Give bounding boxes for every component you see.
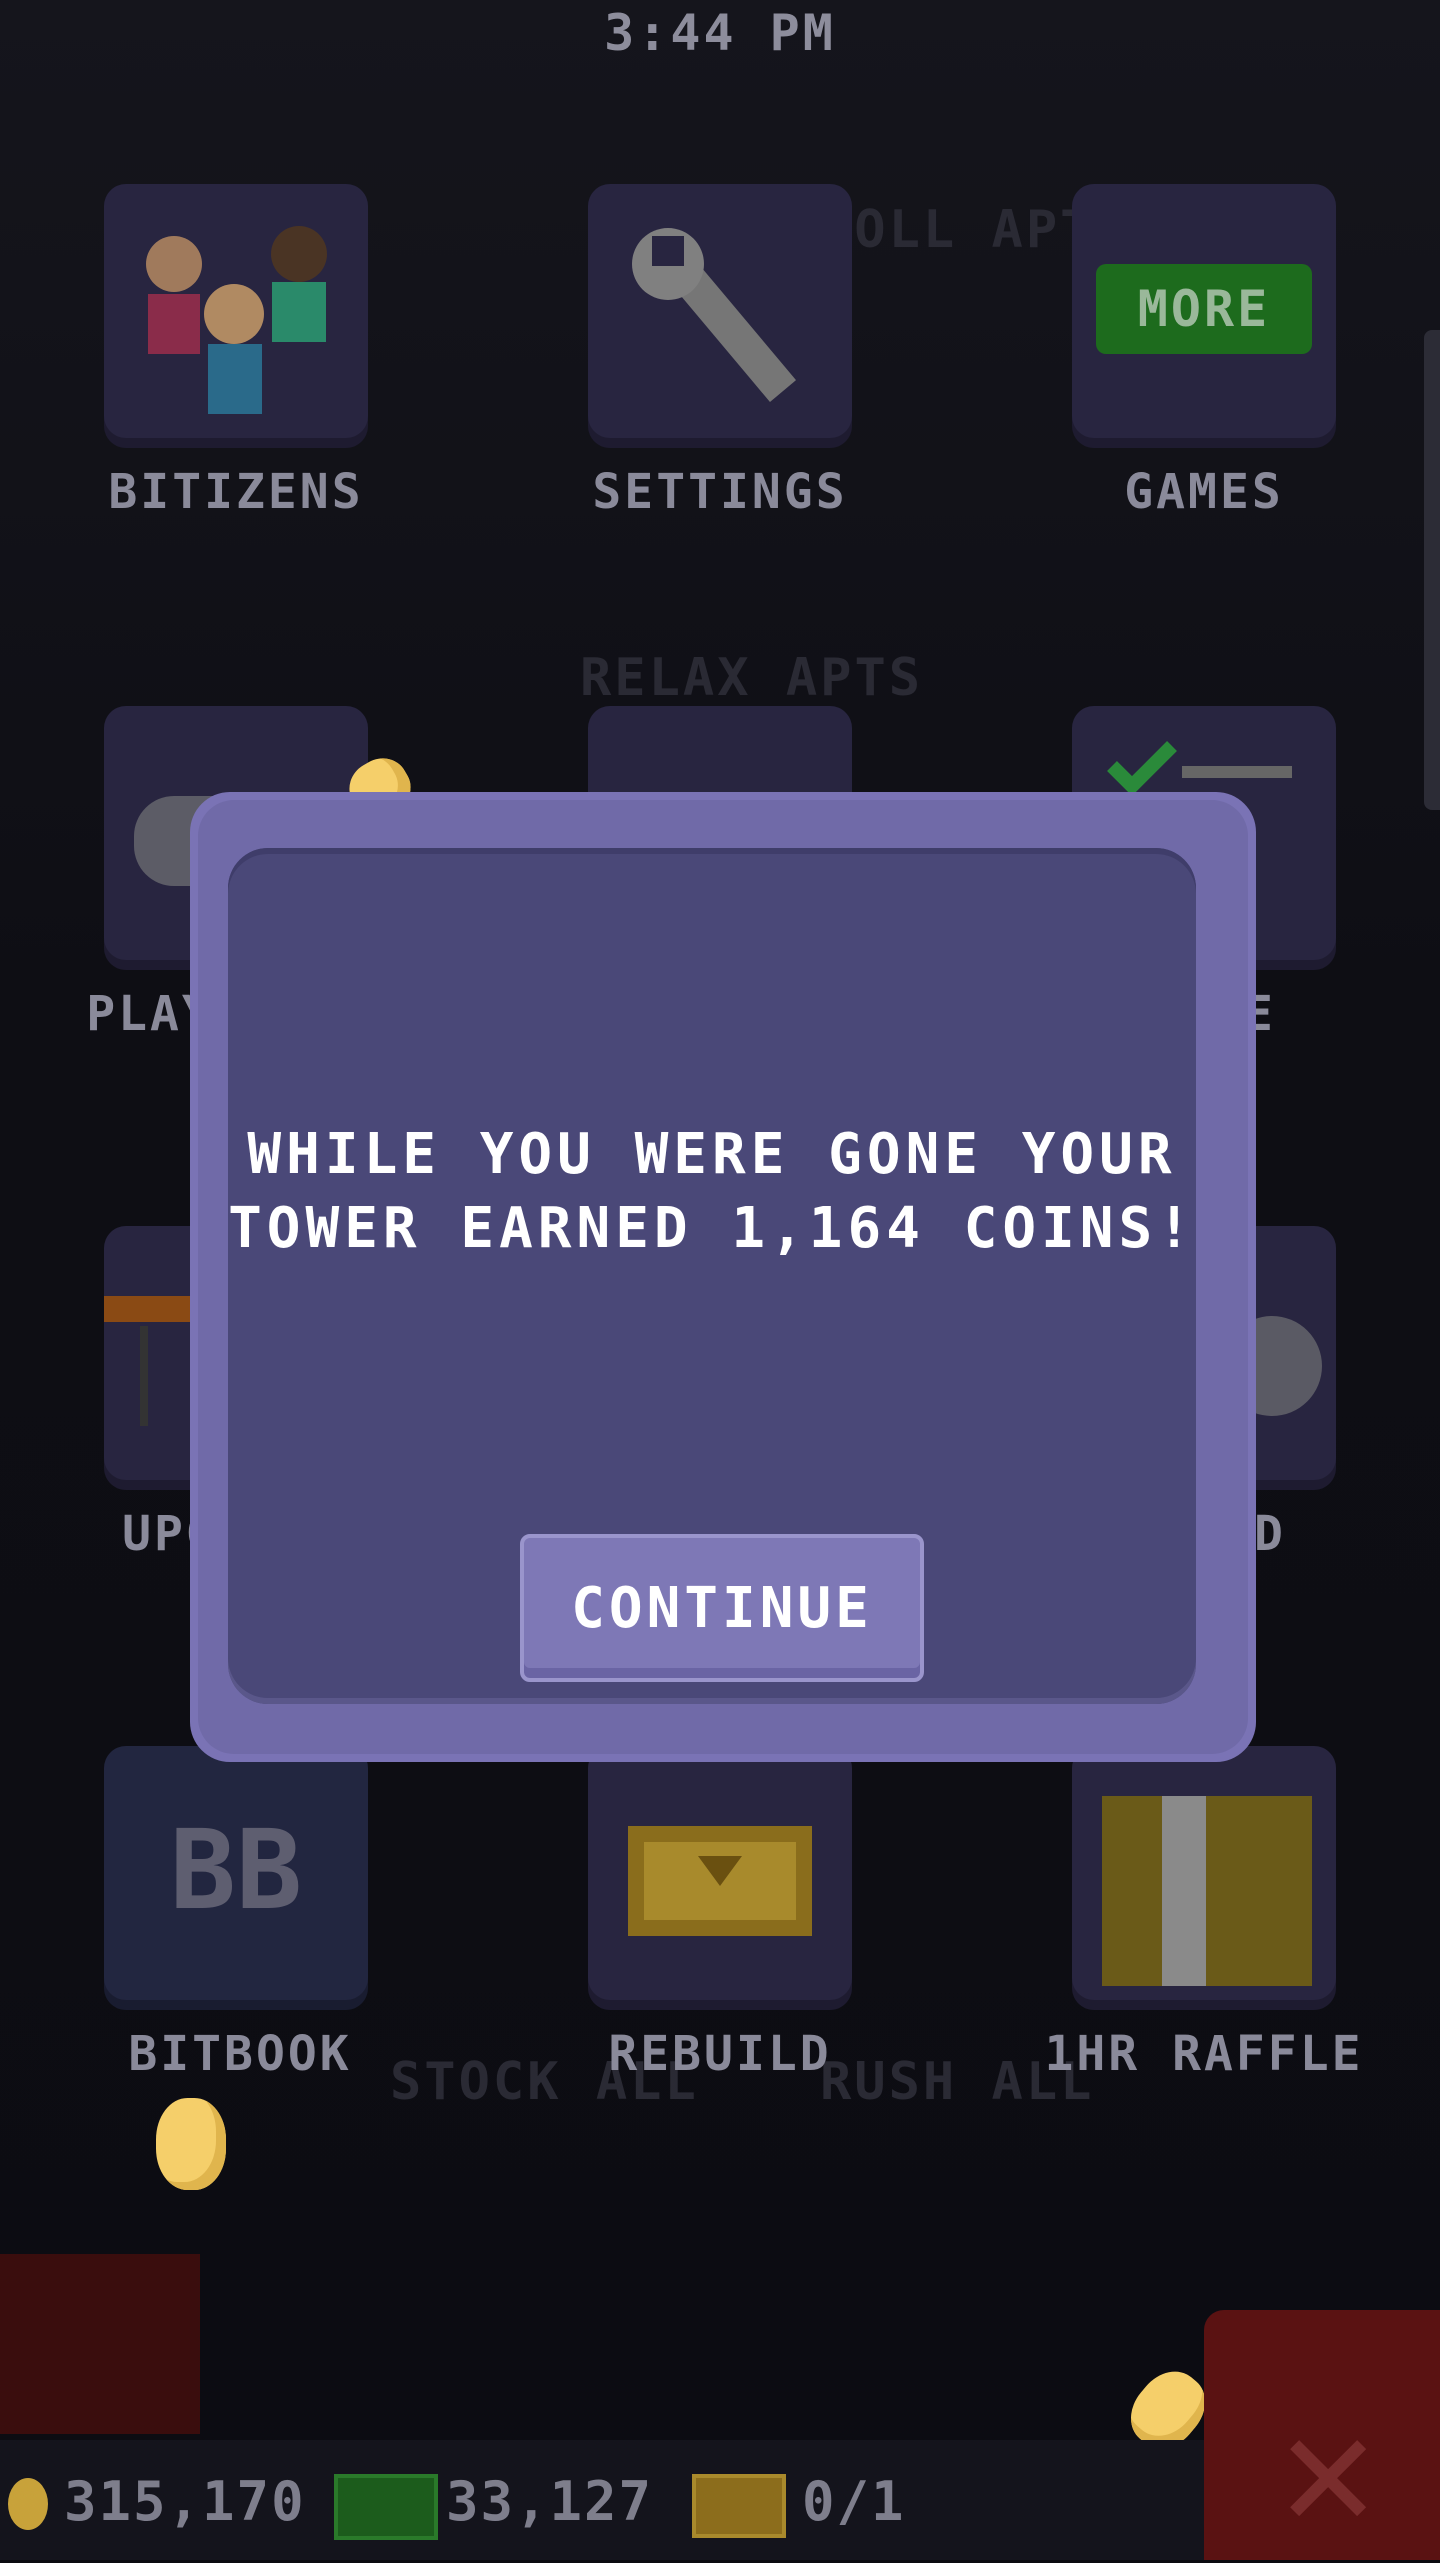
raffle-icon (1102, 1796, 1312, 1986)
rebuild-icon (628, 1826, 812, 1936)
games-label: GAMES (1124, 464, 1284, 520)
floating-coin-icon[interactable] (156, 2098, 226, 2190)
coin-count: 315,170 (64, 2470, 306, 2533)
games-tile[interactable]: MORE (1072, 184, 1336, 448)
floor-label-relax: RELAX APTS (580, 648, 924, 708)
wrench-icon (632, 228, 797, 402)
close-icon: ✕ (1280, 2376, 1377, 2563)
rebuild-label: REBUILD (608, 2026, 832, 2082)
more-badge: MORE (1096, 264, 1312, 354)
people-icon (146, 226, 327, 414)
earnings-message: WHILE YOU WERE GONE YOUR TOWER EARNED 1,… (228, 1118, 1196, 1266)
bitbook-label: BITBOOK (128, 2026, 352, 2082)
bitizens-label: BITIZENS (108, 464, 364, 520)
raffle-label: 1HR RAFFLE (1044, 2026, 1364, 2082)
elevator-control[interactable] (0, 2254, 200, 2434)
rebuild-tile[interactable] (588, 1746, 852, 2010)
bux-icon (334, 2474, 438, 2540)
bitbook-tile[interactable]: BB (104, 1746, 368, 2010)
edge-panel-handle[interactable] (1424, 330, 1440, 810)
bitizens-tile[interactable] (104, 184, 368, 448)
continue-button[interactable]: CONTINUE (520, 1534, 924, 1682)
message-line-2: TOWER EARNED 1,164 COINS! (228, 1196, 1196, 1261)
settings-label: SETTINGS (592, 464, 848, 520)
bitbook-icon: BB (169, 1806, 303, 1934)
status-time: 3:44 PM (604, 4, 836, 62)
message-line-1: WHILE YOU WERE GONE YOUR (247, 1122, 1177, 1187)
raffle-tile[interactable] (1072, 1746, 1336, 2010)
ticket-count: 0/1 (802, 2470, 906, 2533)
bux-count: 33,127 (446, 2470, 654, 2533)
settings-tile[interactable] (588, 184, 852, 448)
ticket-icon (692, 2474, 786, 2538)
coin-icon (8, 2478, 48, 2530)
